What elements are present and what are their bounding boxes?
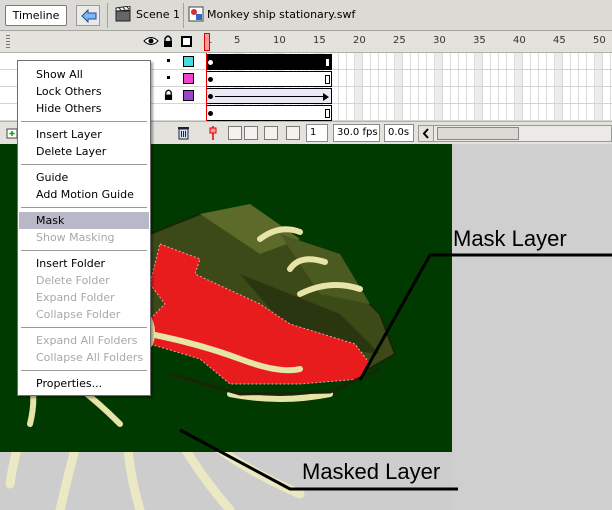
layer-context-menu: Show All Lock Others Hide Others Insert …	[17, 60, 151, 396]
menu-item-properties[interactable]: Properties...	[19, 375, 149, 392]
menu-separator	[21, 370, 147, 371]
menu-separator	[21, 327, 147, 328]
flash-authoring-window: Timeline Scene 1 Monkey ship stationary.…	[0, 0, 612, 510]
menu-item-delete-layer[interactable]: Delete Layer	[19, 143, 149, 160]
menu-item-insert-folder[interactable]: Insert Folder	[19, 255, 149, 272]
menu-item-lock-others[interactable]: Lock Others	[19, 83, 149, 100]
menu-item-guide[interactable]: Guide	[19, 169, 149, 186]
menu-item-insert-layer[interactable]: Insert Layer	[19, 126, 149, 143]
menu-item-mask[interactable]: Mask	[19, 212, 149, 229]
masked-layer-callout: Masked Layer	[302, 459, 441, 484]
menu-item-collapse-folder: Collapse Folder	[36, 308, 121, 321]
menu-separator	[21, 121, 147, 122]
menu-item-show-all[interactable]: Show All	[19, 66, 149, 83]
menu-separator	[21, 164, 147, 165]
menu-separator	[21, 250, 147, 251]
menu-separator	[21, 207, 147, 208]
menu-item-collapse-all-folders: Collapse All Folders	[36, 351, 144, 364]
mask-layer-callout: Mask Layer	[453, 226, 567, 251]
menu-item-hide-others[interactable]: Hide Others	[19, 100, 149, 117]
menu-item-expand-folder: Expand Folder	[36, 291, 115, 304]
menu-item-expand-all-folders: Expand All Folders	[36, 334, 138, 347]
menu-item-show-masking: Show Masking	[36, 231, 115, 244]
menu-item-delete-folder: Delete Folder	[36, 274, 110, 287]
menu-item-add-motion-guide[interactable]: Add Motion Guide	[19, 186, 149, 203]
